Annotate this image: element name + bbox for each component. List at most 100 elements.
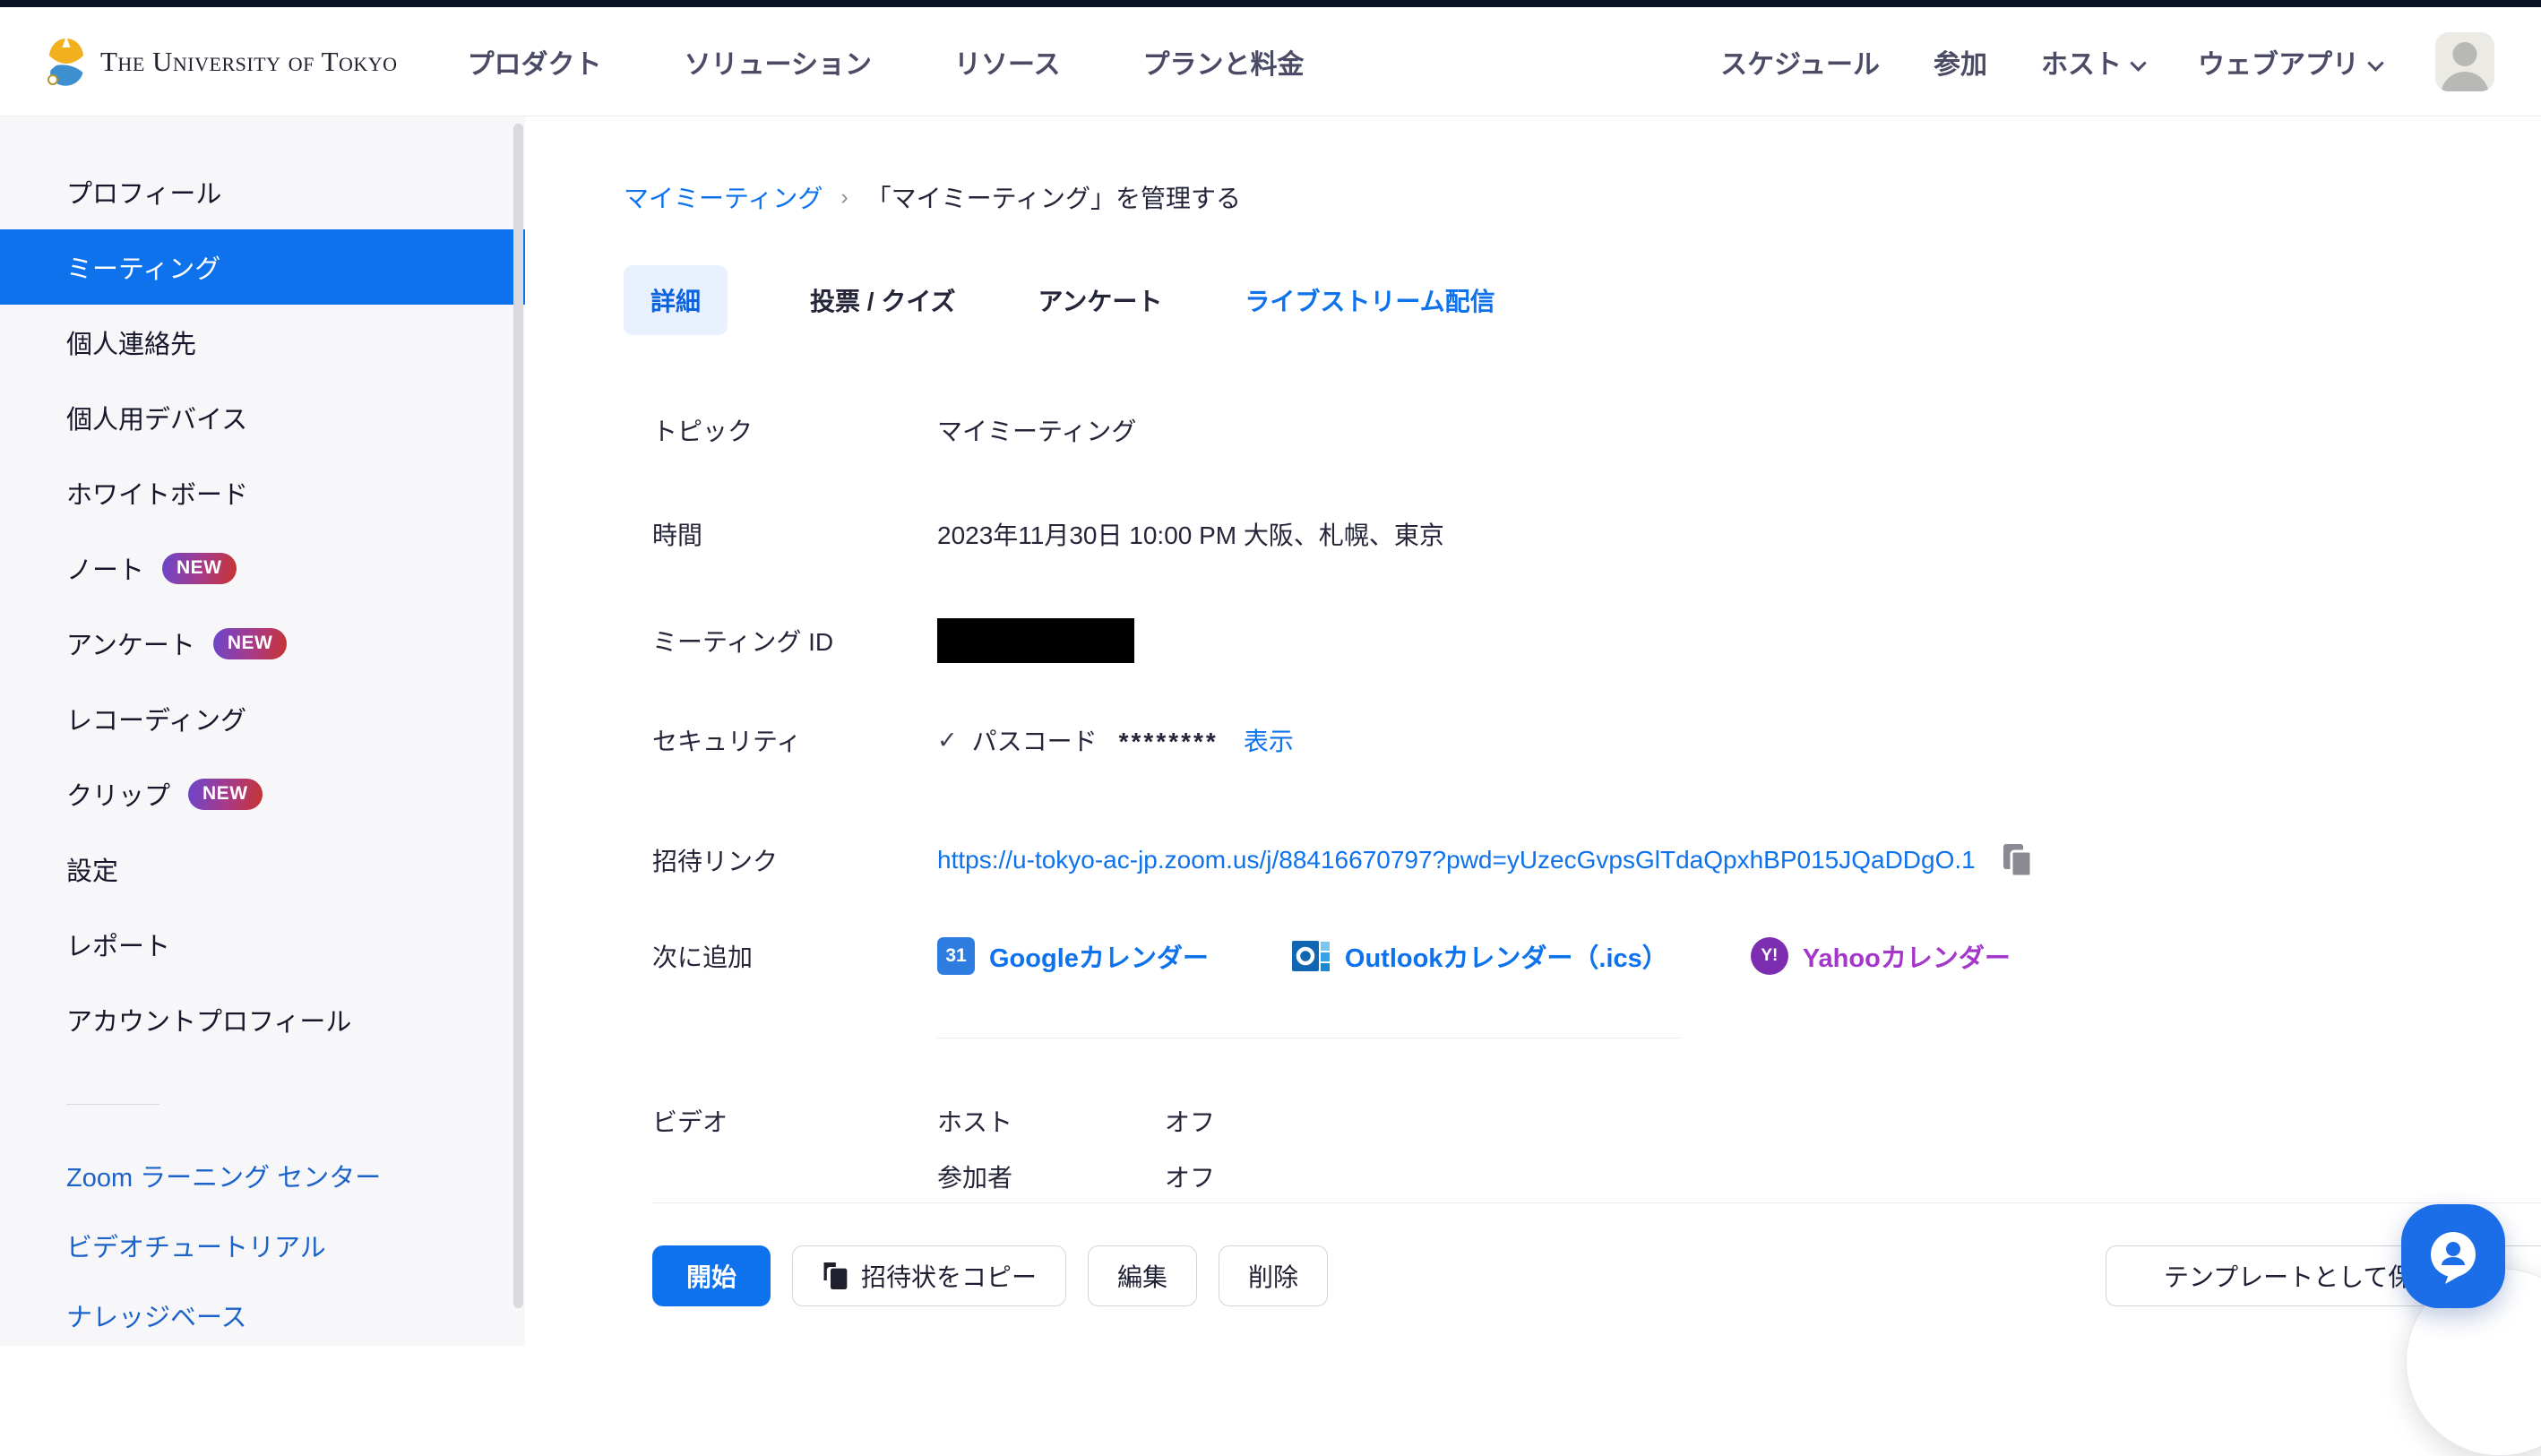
time-row: 時間 2023年11月30日 10:00 PM 大阪、札幌、東京 [652, 516, 2541, 552]
chevron-down-icon [2367, 56, 2383, 72]
schedule-link[interactable]: スケジュール [1720, 42, 1880, 82]
sidebar: プロフィール ミーティング 個人連絡先 個人用デバイス ホワイトボード ノート … [0, 116, 525, 1346]
header-actions: スケジュール 参加 ホスト ウェブアプリ [1720, 32, 2494, 91]
sidebar-scrollbar[interactable] [513, 124, 523, 1308]
support-chat-button[interactable] [2401, 1204, 2505, 1308]
nav-item-resources[interactable]: リソース [954, 42, 1061, 82]
help-link-label: Zoom ラーニング センター [66, 1157, 381, 1194]
join-link[interactable]: 参加 [1934, 42, 1987, 82]
copy-invitation-label: 招待状をコピー [861, 1258, 1037, 1294]
webapp-menu-label: ウェブアプリ [2198, 50, 2359, 80]
add-to-label: 次に追加 [652, 938, 937, 974]
main-content: マイミーティング › 「マイミーティング」を管理する 詳細 投票 / クイズ ア… [525, 116, 2541, 1346]
invite-link-row: 招待リンク https://u-tokyo-ac-jp.zoom.us/j/88… [652, 842, 2541, 878]
avatar-person-icon [2453, 42, 2477, 66]
copy-icon [822, 1261, 848, 1291]
action-bar: 開始 招待状をコピー 編集 削除 [652, 1245, 1328, 1306]
support-person-icon [2422, 1225, 2485, 1288]
start-button[interactable]: 開始 [652, 1245, 771, 1306]
sidebar-item-meetings[interactable]: ミーティング [0, 229, 525, 305]
outlook-calendar-icon [1291, 937, 1331, 975]
invite-link-label: 招待リンク [652, 842, 937, 878]
show-passcode-link[interactable]: 表示 [1244, 722, 1294, 758]
yahoo-calendar-link[interactable]: Y! Yahooカレンダー [1751, 937, 2011, 975]
yahoo-calendar-label: Yahooカレンダー [1803, 937, 2011, 975]
tab-polls-quizzes[interactable]: 投票 / クイズ [810, 282, 956, 318]
sidebar-item-recordings[interactable]: レコーディング [0, 681, 525, 756]
primary-nav: プロダクト ソリューション リソース プランと料金 [468, 42, 1305, 82]
utokyo-ginkgo-icon [47, 36, 86, 88]
tab-surveys[interactable]: アンケート [1038, 282, 1163, 318]
help-link-label: ナレッジベース [66, 1297, 247, 1334]
new-badge: NEW [162, 553, 237, 584]
sidebar-item-label: クリップ [66, 775, 170, 813]
chevron-down-icon [2130, 56, 2146, 72]
sidebar-item-account-profile[interactable]: アカウントプロフィール [0, 982, 525, 1057]
invite-url-link[interactable]: https://u-tokyo-ac-jp.zoom.us/j/88416670… [937, 846, 1976, 874]
footer-divider [652, 1202, 2541, 1203]
sidebar-item-label: アンケート [66, 625, 195, 662]
sidebar-item-label: レコーディング [66, 700, 246, 737]
host-menu[interactable]: ホスト [2041, 42, 2144, 82]
header: The University of Tokyo プロダクト ソリューション リソ… [0, 7, 2541, 116]
sidebar-item-label: ノート [66, 549, 144, 587]
sidebar-item-reports[interactable]: レポート [0, 907, 525, 982]
sidebar-item-label: 個人連絡先 [66, 323, 196, 361]
nav-item-plans[interactable]: プランと料金 [1142, 42, 1304, 82]
sidebar-link-knowledge-base[interactable]: ナレッジベース [0, 1280, 525, 1350]
sidebar-link-learning-center[interactable]: Zoom ラーニング センター [0, 1141, 525, 1210]
yahoo-calendar-icon: Y! [1751, 937, 1788, 975]
sidebar-item-whiteboard[interactable]: ホワイトボード [0, 455, 525, 530]
edit-button[interactable]: 編集 [1088, 1245, 1197, 1306]
passcode-label: パスコード [972, 722, 1098, 758]
help-link-label: ビデオチュートリアル [66, 1227, 326, 1264]
nav-item-products[interactable]: プロダクト [468, 42, 602, 82]
time-value: 2023年11月30日 10:00 PM 大阪、札幌、東京 [937, 516, 1444, 552]
sidebar-item-label: 個人用デバイス [66, 399, 247, 436]
outlook-calendar-link[interactable]: Outlookカレンダー（.ics） [1291, 937, 1668, 975]
passcode-mask: ******** [1119, 728, 1219, 756]
add-to-calendar-row: 次に追加 31 Googleカレンダー Outlookカレンダー（.ics） [652, 937, 2541, 975]
copy-invitation-button[interactable]: 招待状をコピー [792, 1245, 1066, 1306]
video-participant-label: 参加者 [937, 1159, 1165, 1194]
check-icon: ✓ [937, 727, 958, 754]
sidebar-item-contacts[interactable]: 個人連絡先 [0, 305, 525, 380]
sidebar-item-label: 設定 [66, 850, 118, 888]
tab-details[interactable]: 詳細 [624, 265, 728, 335]
outlook-calendar-label: Outlookカレンダー（.ics） [1345, 937, 1668, 975]
google-calendar-icon: 31 [937, 937, 975, 975]
video-participant-value: オフ [1165, 1159, 1215, 1194]
topic-row: トピック マイミーティング [652, 412, 2541, 448]
sidebar-divider [66, 1104, 159, 1105]
breadcrumb-separator-icon: › [840, 185, 848, 211]
meeting-details: トピック マイミーティング 時間 2023年11月30日 10:00 PM 大阪… [652, 412, 2541, 1194]
google-calendar-link[interactable]: 31 Googleカレンダー [937, 937, 1209, 975]
new-badge: NEW [213, 628, 288, 659]
delete-button[interactable]: 削除 [1219, 1245, 1328, 1306]
security-row: セキュリティ ✓ パスコード ******** 表示 [652, 722, 2541, 758]
nav-item-solutions[interactable]: ソリューション [685, 42, 872, 82]
breadcrumb: マイミーティング › 「マイミーティング」を管理する [624, 179, 2541, 215]
meeting-id-redaction [937, 618, 1134, 663]
logo-text: The University of Tokyo [100, 46, 398, 78]
webapp-menu[interactable]: ウェブアプリ [2198, 42, 2382, 82]
tab-livestream[interactable]: ライブストリーム配信 [1245, 282, 1494, 318]
avatar-person-body [2441, 72, 2489, 91]
sidebar-link-video-tutorials[interactable]: ビデオチュートリアル [0, 1210, 525, 1280]
copy-icon[interactable] [2001, 843, 2033, 877]
new-badge: NEW [188, 779, 263, 810]
sidebar-item-profile[interactable]: プロフィール [0, 154, 525, 229]
topic-value: マイミーティング [937, 412, 1136, 448]
top-accent-bar [0, 0, 2541, 7]
sidebar-item-devices[interactable]: 個人用デバイス [0, 380, 525, 455]
breadcrumb-my-meetings-link[interactable]: マイミーティング [624, 179, 823, 215]
utokyo-logo[interactable]: The University of Tokyo [47, 36, 398, 88]
breadcrumb-current: 「マイミーティング」を管理する [866, 179, 1241, 215]
user-avatar[interactable] [2435, 32, 2494, 91]
sidebar-item-settings[interactable]: 設定 [0, 831, 525, 907]
topic-label: トピック [652, 412, 937, 448]
sidebar-item-notes[interactable]: ノート NEW [0, 530, 525, 606]
sidebar-item-surveys[interactable]: アンケート NEW [0, 606, 525, 681]
sidebar-item-label: プロフィール [66, 173, 221, 211]
sidebar-item-clips[interactable]: クリップ NEW [0, 756, 525, 831]
